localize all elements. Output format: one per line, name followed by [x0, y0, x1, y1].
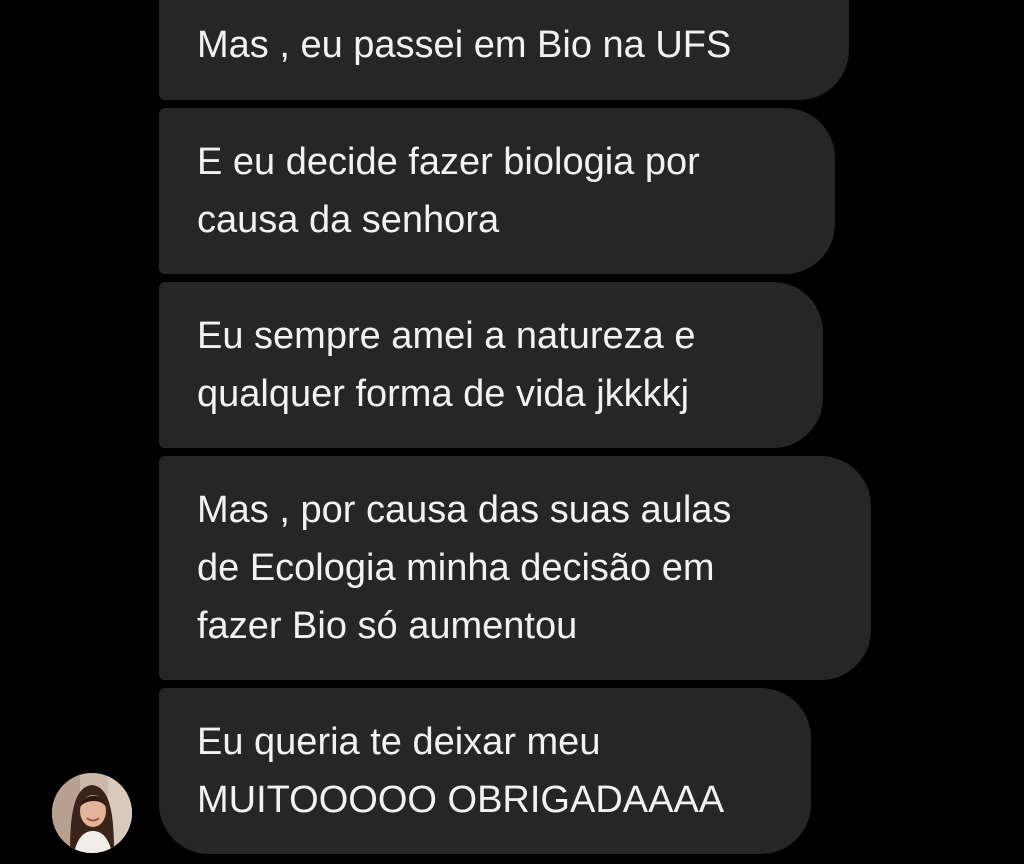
message-line: Eu sempre amei a natureza e: [197, 315, 696, 357]
message-line: Mas , por causa das suas aulas: [197, 489, 732, 531]
message-text: Eu queria te deixar meu MUITOOOOO OBRIGA…: [197, 713, 724, 829]
message-line: Mas , eu passei em Bio na UFS: [197, 24, 732, 66]
message-bubble[interactable]: E eu decide fazer biologia por causa da …: [159, 108, 835, 274]
message-bubble[interactable]: Eu sempre amei a natureza e qualquer for…: [159, 282, 823, 448]
message-text: E eu decide fazer biologia por causa da …: [197, 133, 700, 249]
message-text: Mas , eu passei em Bio na UFS: [197, 16, 731, 74]
message-line: fazer Bio só aumentou: [197, 605, 578, 647]
message-bubble[interactable]: Mas , eu passei em Bio na UFS: [159, 0, 849, 100]
message-text: Eu sempre amei a natureza e qualquer for…: [197, 307, 696, 423]
sender-avatar[interactable]: [52, 773, 132, 853]
user-photo-icon: [52, 773, 132, 853]
message-line: causa da senhora: [197, 199, 500, 241]
message-line: MUITOOOOO OBRIGADAAAA: [197, 779, 725, 821]
message-thread: Mas , eu passei em Bio na UFS E eu decid…: [0, 0, 1024, 864]
message-text: Mas , por causa das suas aulas de Ecolog…: [197, 481, 731, 655]
message-line: de Ecologia minha decisão em: [197, 547, 715, 589]
message-bubble[interactable]: Mas , por causa das suas aulas de Ecolog…: [159, 456, 871, 680]
message-line: Eu queria te deixar meu: [197, 721, 601, 763]
message-bubble[interactable]: Eu queria te deixar meu MUITOOOOO OBRIGA…: [159, 688, 811, 854]
message-line: E eu decide fazer biologia por: [197, 141, 700, 183]
message-line: qualquer forma de vida jkkkkj: [197, 373, 690, 415]
